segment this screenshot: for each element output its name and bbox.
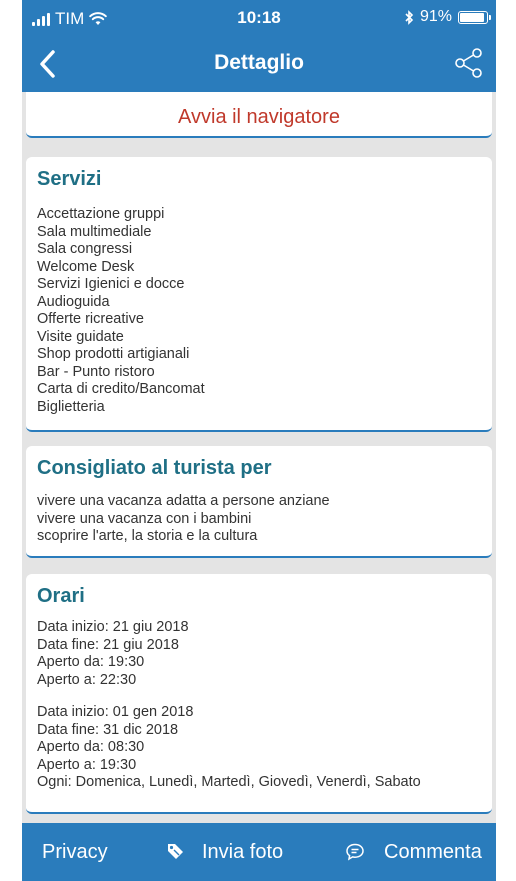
start-navigator-link[interactable]: Avvia il navigatore bbox=[26, 92, 492, 129]
back-button[interactable] bbox=[28, 44, 68, 84]
bottom-tab-bar: Privacy Invia foto Commenta bbox=[22, 823, 496, 881]
list-item: vivere una vacanza con i bambini bbox=[37, 510, 252, 527]
list-item: Bar - Punto ristoro bbox=[37, 363, 155, 380]
list-item: vivere una vacanza adatta a persone anzi… bbox=[37, 493, 330, 509]
chevron-left-icon bbox=[40, 50, 55, 78]
share-button[interactable] bbox=[448, 42, 490, 84]
battery-percent: 91% bbox=[419, 8, 452, 25]
app-screen: TIM 10:18 91% Dettaglio Avvia il navigat… bbox=[0, 0, 516, 881]
list-item: Sala multimediale bbox=[37, 223, 152, 240]
hours-end-date: Data fine: 21 giu 2018 bbox=[37, 636, 179, 653]
hours-start-date: Data inizio: 01 gen 2018 bbox=[37, 704, 194, 720]
list-item: Servizi Igienici e docce bbox=[37, 276, 185, 292]
hours-divider bbox=[37, 689, 421, 704]
list-item: Offerte ricreative bbox=[37, 311, 144, 327]
chat-bubble-icon bbox=[344, 841, 366, 863]
services-title: Servizi bbox=[37, 168, 102, 190]
battery-icon bbox=[458, 10, 491, 24]
tourist-list: vivere una vacanza adatta a persone anzi… bbox=[37, 493, 330, 546]
hours-open-from: Aperto da: 08:30 bbox=[37, 739, 145, 755]
share-icon bbox=[455, 48, 482, 78]
list-item: Carta di credito/Bancomat bbox=[37, 381, 205, 397]
tag-icon bbox=[164, 841, 186, 863]
hours-days: Ogni: Domenica, Lunedì, Martedì, Giovedì… bbox=[37, 774, 421, 790]
battery-fill bbox=[460, 12, 484, 22]
hours-open-from: Aperto da: 19:30 bbox=[37, 654, 145, 670]
hours-list: Data inizio: 21 giu 2018 Data fine: 21 g… bbox=[37, 619, 421, 792]
send-photo-label: Invia foto bbox=[202, 840, 284, 863]
header: TIM 10:18 91% Dettaglio bbox=[22, 0, 496, 100]
hours-end-date: Data fine: 31 dic 2018 bbox=[37, 721, 179, 738]
list-item: Accettazione gruppi bbox=[37, 206, 165, 222]
detail-content[interactable]: Avvia il navigatore Servizi Accettazione… bbox=[22, 92, 496, 823]
list-item: scoprire l'arte, la storia e la cultura bbox=[37, 528, 258, 544]
list-item: Visite guidate bbox=[37, 328, 124, 345]
hours-open-to: Aperto a: 19:30 bbox=[37, 756, 137, 773]
services-list: Accettazione gruppi Sala multimediale Sa… bbox=[37, 206, 205, 416]
list-item: Shop prodotti artigianali bbox=[37, 346, 190, 362]
navigator-card: Avvia il navigatore bbox=[26, 92, 492, 138]
tourist-title: Consigliato al turista per bbox=[37, 457, 272, 479]
hours-card: Orari Data inizio: 21 giu 2018 Data fine… bbox=[26, 574, 492, 814]
bluetooth-icon bbox=[405, 9, 414, 25]
list-item: Welcome Desk bbox=[37, 258, 135, 275]
list-item: Audioguida bbox=[37, 293, 110, 310]
tourist-card: Consigliato al turista per vivere una va… bbox=[26, 446, 492, 558]
status-right: 91% bbox=[404, 8, 491, 26]
hours-title: Orari bbox=[37, 585, 85, 607]
comment-label: Commenta bbox=[384, 840, 482, 863]
send-photo-button[interactable]: Invia foto bbox=[164, 823, 283, 881]
nav-bar: Dettaglio bbox=[22, 36, 496, 92]
list-item: Sala congressi bbox=[37, 241, 133, 257]
status-bar: TIM 10:18 91% bbox=[22, 0, 496, 36]
page-title: Dettaglio bbox=[214, 51, 304, 74]
list-item: Biglietteria bbox=[37, 398, 105, 415]
hours-start-date: Data inizio: 21 giu 2018 bbox=[37, 619, 189, 635]
privacy-button[interactable]: Privacy bbox=[42, 823, 108, 881]
services-card: Servizi Accettazione gruppi Sala multime… bbox=[26, 157, 492, 432]
hours-open-to: Aperto a: 22:30 bbox=[37, 671, 137, 688]
comment-button[interactable]: Commenta bbox=[344, 823, 482, 881]
privacy-label: Privacy bbox=[42, 840, 108, 863]
